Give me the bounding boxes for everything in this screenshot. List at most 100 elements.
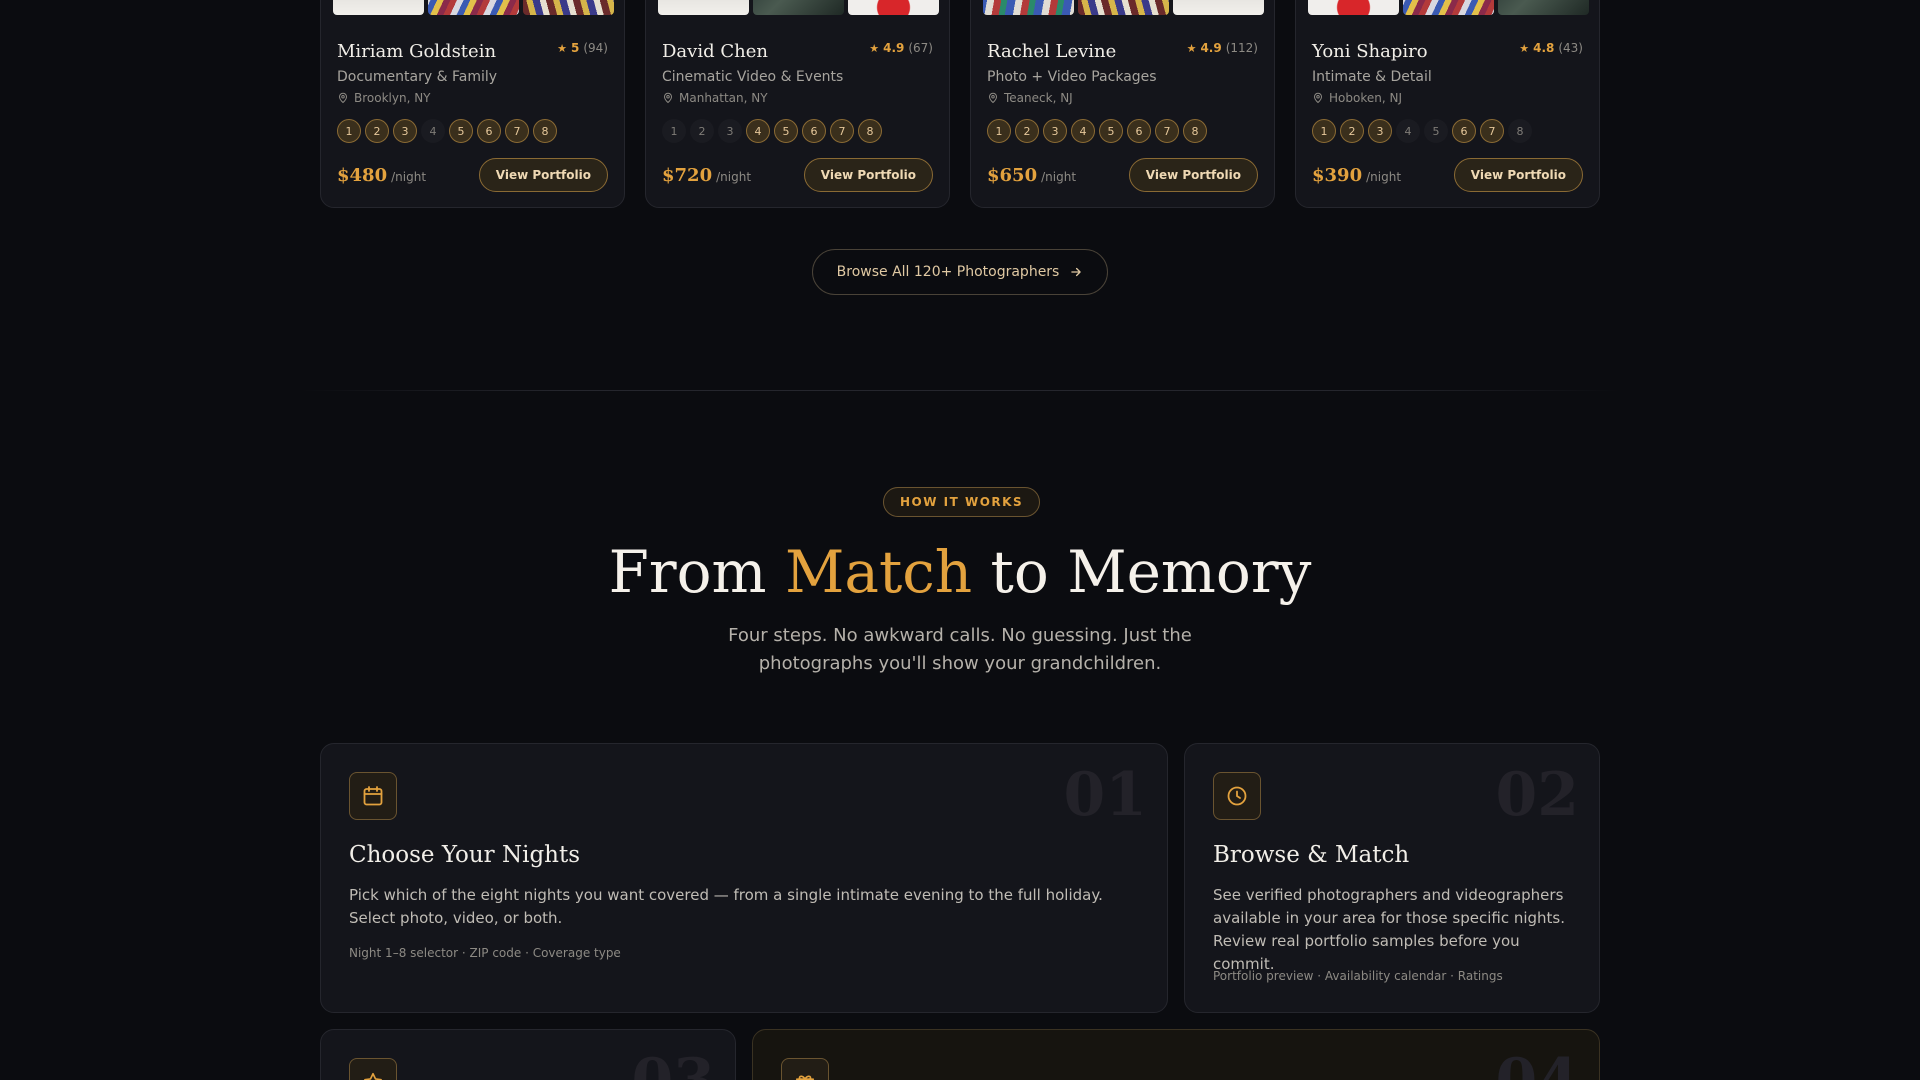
review-count: (112) — [1225, 41, 1258, 55]
step-number: 03 — [632, 1046, 716, 1080]
price-unit: /night — [391, 170, 427, 184]
price: $390/night — [1312, 165, 1401, 186]
location-pin-icon — [338, 92, 348, 104]
arrow-right-icon — [1071, 267, 1082, 277]
calendar-icon — [349, 772, 397, 820]
photographer-location: Brooklyn, NY — [337, 91, 431, 105]
portfolio-thumbnail[interactable] — [1498, 0, 1589, 15]
night-chip-3: 3 — [718, 119, 742, 143]
night-chip-1: 1 — [337, 119, 361, 143]
view-portfolio-button[interactable]: View Portfolio — [478, 158, 608, 192]
night-chip-1: 1 — [987, 119, 1011, 143]
browse-all-label: Browse All 120+ Photographers — [836, 264, 1060, 280]
portfolio-thumbnail[interactable] — [523, 0, 614, 15]
step-number: 04 — [1496, 1046, 1580, 1080]
step-description: Pick which of the eight nights you want … — [349, 886, 1103, 927]
star-icon — [349, 1058, 397, 1080]
step-title: Choose Your Nights — [349, 842, 581, 868]
price: $650/night — [987, 165, 1076, 186]
portfolio-thumbnail[interactable] — [428, 0, 519, 15]
photographer-name: Yoni Shapiro — [1312, 41, 1428, 62]
night-chip-5: 5 — [449, 119, 473, 143]
night-chip-7: 7 — [830, 119, 854, 143]
portfolio-thumbnail[interactable] — [1173, 0, 1264, 15]
step-features: Night 1–8 selector · ZIP code · Coverage… — [349, 946, 621, 960]
portfolio-thumbnail[interactable] — [1078, 0, 1169, 15]
rating-value: 4.8 — [1533, 41, 1555, 55]
rating-value: 4.9 — [883, 41, 905, 55]
photographer-location: Hoboken, NJ — [1312, 91, 1402, 105]
price-unit: /night — [716, 170, 752, 184]
night-availability: 12345678 — [1312, 119, 1532, 143]
price-amount: $650 — [987, 165, 1038, 186]
star-icon: ★ — [1519, 41, 1530, 55]
rating: ★ 5 (94) — [557, 41, 608, 55]
location-pin-icon — [1313, 92, 1323, 104]
portfolio-thumbnail[interactable] — [753, 0, 844, 15]
star-icon: ★ — [869, 41, 880, 55]
step-description: See verified photographers and videograp… — [1213, 886, 1566, 973]
night-chip-8: 8 — [858, 119, 882, 143]
night-chip-6: 6 — [802, 119, 826, 143]
night-chip-5: 5 — [774, 119, 798, 143]
location-text: Brooklyn, NY — [354, 91, 431, 105]
night-chip-2: 2 — [1340, 119, 1364, 143]
location-text: Teaneck, NJ — [1004, 91, 1073, 105]
night-chip-7: 7 — [505, 119, 529, 143]
portfolio-thumbnails — [333, 0, 614, 15]
portfolio-thumbnail[interactable] — [1403, 0, 1494, 15]
photographer-card[interactable]: Rachel Levine ★ 4.9 (112) Photo + Video Pa… — [970, 0, 1275, 208]
view-portfolio-button[interactable]: View Portfolio — [1453, 158, 1583, 192]
review-count: (67) — [908, 41, 933, 55]
night-chip-2: 2 — [1015, 119, 1039, 143]
portfolio-thumbnail[interactable] — [333, 0, 424, 15]
photographer-card[interactable]: Miriam Goldstein ★ 5 (94) Documentary & Fa… — [320, 0, 625, 208]
step-title: Browse & Match — [1213, 842, 1410, 868]
photographer-name: Miriam Goldstein — [337, 41, 497, 62]
night-chip-1: 1 — [1312, 119, 1336, 143]
night-chip-3: 3 — [1368, 119, 1392, 143]
section-divider — [300, 390, 1620, 391]
price-unit: /night — [1366, 170, 1402, 184]
title-prefix: From — [608, 538, 785, 606]
photographer-card[interactable]: Yoni Shapiro ★ 4.8 (43) Intimate & Detail … — [1295, 0, 1600, 208]
price-amount: $720 — [662, 165, 713, 186]
browse-all-button[interactable]: Browse All 120+ Photographers — [812, 249, 1108, 295]
how-it-works-badge: HOW IT WORKS — [883, 487, 1041, 517]
night-availability: 12345678 — [662, 119, 882, 143]
photographer-location: Manhattan, NY — [662, 91, 768, 105]
step-card-4: 04 — [752, 1029, 1600, 1080]
night-chip-6: 6 — [1127, 119, 1151, 143]
title-suffix: to Memory — [972, 538, 1312, 606]
price-amount: $390 — [1312, 165, 1363, 186]
portfolio-thumbnail[interactable] — [658, 0, 749, 15]
photographer-name: Rachel Levine — [987, 41, 1117, 62]
portfolio-thumbnail[interactable] — [848, 0, 939, 15]
step-number: 02 — [1495, 760, 1580, 830]
step-number: 01 — [1063, 760, 1148, 830]
rating-value: 4.9 — [1200, 41, 1222, 55]
photographer-name: David Chen — [662, 41, 768, 62]
step-card-3: 03 — [320, 1029, 736, 1080]
photographer-cards: Miriam Goldstein ★ 5 (94) Documentary & Fa… — [320, 0, 1600, 208]
portfolio-thumbnail[interactable] — [983, 0, 1074, 15]
night-chip-4: 4 — [421, 119, 445, 143]
night-chip-3: 3 — [393, 119, 417, 143]
rating: ★ 4.8 (43) — [1519, 41, 1583, 55]
price-unit: /night — [1041, 170, 1077, 184]
star-icon: ★ — [1186, 41, 1197, 55]
view-portfolio-button[interactable]: View Portfolio — [803, 158, 933, 192]
view-portfolio-button[interactable]: View Portfolio — [1128, 158, 1258, 192]
step-card-choose-nights: 01 Choose Your Nights Pick which of the … — [320, 743, 1168, 1013]
section-subtitle: Four steps. No awkward calls. No guessin… — [728, 625, 1192, 674]
location-pin-icon — [663, 92, 673, 104]
night-chip-4: 4 — [746, 119, 770, 143]
portfolio-thumbnail[interactable] — [1308, 0, 1399, 15]
night-chip-2: 2 — [365, 119, 389, 143]
portfolio-thumbnails — [983, 0, 1264, 15]
night-chip-5: 5 — [1099, 119, 1123, 143]
photographer-location: Teaneck, NJ — [987, 91, 1073, 105]
night-availability: 12345678 — [987, 119, 1207, 143]
night-chip-6: 6 — [1452, 119, 1476, 143]
photographer-card[interactable]: David Chen ★ 4.9 (67) Cinematic Video & Ev… — [645, 0, 950, 208]
